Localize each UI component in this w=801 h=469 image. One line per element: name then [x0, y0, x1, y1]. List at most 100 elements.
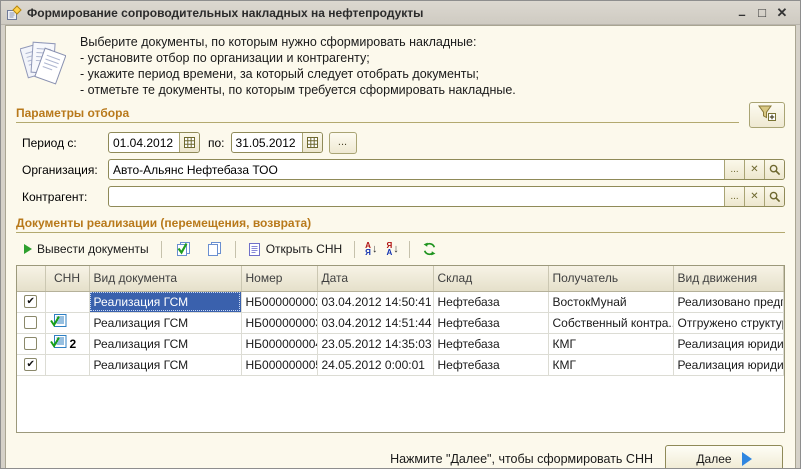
period-to-value[interactable]: 31.05.2012 — [232, 133, 302, 152]
contractor-value[interactable] — [109, 187, 724, 206]
cell-number[interactable]: НБ000000002 — [241, 291, 317, 312]
cell-receiver[interactable]: Собственный контра... — [548, 312, 673, 333]
contractor-search-button[interactable] — [764, 187, 784, 206]
print-documents-label: Вывести документы — [37, 242, 149, 256]
cell-date[interactable]: 23.05.2012 14:35:03 — [317, 333, 433, 354]
print-documents-button[interactable]: Вывести документы — [20, 240, 153, 258]
period-from-field[interactable]: 01.04.2012 — [108, 132, 200, 153]
organization-value[interactable]: Авто-Альянс Нефтебаза ТОО — [109, 160, 724, 179]
period-to-field[interactable]: 31.05.2012 — [231, 132, 323, 153]
filter-settings-button[interactable] — [749, 102, 785, 128]
cell-warehouse[interactable]: Нефтебаза — [433, 354, 548, 375]
organization-label: Организация: — [22, 163, 108, 177]
column-header-movement[interactable]: Вид движения — [673, 266, 784, 291]
column-header-doc-type[interactable]: Вид документа — [89, 266, 241, 291]
intro-panel: Выберите документы, по которым нужно сфо… — [6, 26, 795, 102]
cell-number[interactable]: НБ000000004 — [241, 333, 317, 354]
documents-section-title: Документы реализации (перемещения, возвр… — [16, 216, 785, 232]
next-button[interactable]: Далее — [665, 445, 783, 469]
cell-snn[interactable]: 2 — [45, 333, 89, 354]
cell-warehouse[interactable]: Нефтебаза — [433, 291, 548, 312]
cell-snn[interactable] — [45, 312, 89, 333]
table-row[interactable]: Реализация ГСМ НБ000000003 03.04.2012 14… — [17, 312, 784, 333]
organization-row: Организация: Авто-Альянс Нефтебаза ТОО .… — [22, 156, 785, 183]
cell-warehouse[interactable]: Нефтебаза — [433, 333, 548, 354]
cell-snn[interactable] — [45, 291, 89, 312]
cell-number[interactable]: НБ000000003 — [241, 312, 317, 333]
magnifier-icon — [769, 191, 781, 203]
minimize-button[interactable]: – — [732, 3, 752, 23]
period-label: Период с: — [22, 136, 108, 150]
period-from-calendar-button[interactable] — [179, 133, 199, 152]
cell-date[interactable]: 24.05.2012 0:00:01 — [317, 354, 433, 375]
window-title: Формирование сопроводительных накладных … — [27, 6, 732, 20]
window-frame: Выберите документы, по которым нужно сфо… — [1, 25, 800, 469]
column-header-number[interactable]: Номер — [241, 266, 317, 291]
intro-line: - отметьте те документы, по которым треб… — [80, 82, 516, 98]
cell-doc-type[interactable]: Реализация ГСМ — [89, 354, 241, 375]
check-all-button[interactable] — [170, 239, 196, 259]
contractor-clear-button[interactable]: ✕ — [744, 187, 764, 206]
period-more-button[interactable]: ... — [329, 132, 357, 154]
cell-movement[interactable]: Реализовано предпр... — [673, 291, 784, 312]
intro-text: Выберите документы, по которым нужно сфо… — [66, 33, 516, 98]
column-header-receiver[interactable]: Получатель — [548, 266, 673, 291]
open-snn-button[interactable]: Открыть СНН — [244, 240, 346, 259]
filter-form: Период с: 01.04.2012 по: 31.05.2012 ... — [6, 123, 795, 212]
documents-section-header: Документы реализации (перемещения, возвр… — [16, 216, 785, 233]
cell-warehouse[interactable]: Нефтебаза — [433, 312, 548, 333]
footer: Нажмите "Далее", чтобы сформировать СНН … — [6, 445, 783, 469]
cell-doc-type[interactable]: Реализация ГСМ — [89, 312, 241, 333]
column-header-date[interactable]: Дата — [317, 266, 433, 291]
contractor-field[interactable]: ... ✕ — [108, 186, 785, 207]
period-from-value[interactable]: 01.04.2012 — [109, 133, 179, 152]
filter-icon — [758, 105, 776, 126]
snn-document-icon — [50, 314, 67, 331]
cell-receiver[interactable]: ВостокМунай — [548, 291, 673, 312]
cell-movement[interactable]: Отгружено структур... — [673, 312, 784, 333]
contractor-select-button[interactable]: ... — [724, 187, 744, 206]
organization-clear-button[interactable]: ✕ — [744, 160, 764, 179]
column-header-snn[interactable]: СНН — [45, 266, 89, 291]
cell-number[interactable]: НБ000000005 — [241, 354, 317, 375]
section-rule — [16, 122, 739, 123]
cell-receiver[interactable]: КМГ — [548, 333, 673, 354]
toolbar-separator — [161, 241, 162, 258]
cell-doc-type[interactable]: Реализация ГСМ — [89, 333, 241, 354]
refresh-icon — [422, 242, 437, 256]
uncheck-all-icon — [205, 241, 223, 257]
refresh-button[interactable] — [418, 240, 441, 258]
section-rule — [16, 232, 785, 233]
period-row: Период с: 01.04.2012 по: 31.05.2012 ... — [22, 129, 785, 156]
magnifier-icon — [769, 164, 781, 176]
row-checkbox[interactable]: ✔ — [24, 358, 37, 371]
row-checkbox[interactable] — [24, 316, 37, 329]
period-to-calendar-button[interactable] — [302, 133, 322, 152]
organization-field[interactable]: Авто-Альянс Нефтебаза ТОО ... ✕ — [108, 159, 785, 180]
uncheck-all-button[interactable] — [201, 239, 227, 259]
table-row[interactable]: ✔ Реализация ГСМ НБ000000005 24.05.2012 … — [17, 354, 784, 375]
maximize-button[interactable]: □ — [752, 3, 772, 23]
cell-doc-type[interactable]: Реализация ГСМ — [89, 291, 241, 312]
row-checkbox[interactable] — [24, 337, 37, 350]
cell-movement[interactable]: Реализация юридич... — [673, 354, 784, 375]
organization-select-button[interactable]: ... — [724, 160, 744, 179]
column-header-warehouse[interactable]: Склад — [433, 266, 548, 291]
organization-search-button[interactable] — [764, 160, 784, 179]
toolbar-separator — [409, 241, 410, 258]
table-row[interactable]: ✔ Реализация ГСМ НБ000000002 03.04.2012 … — [17, 291, 784, 312]
row-checkbox[interactable]: ✔ — [24, 295, 37, 308]
cell-snn[interactable] — [45, 354, 89, 375]
cell-date[interactable]: 03.04.2012 14:51:44 — [317, 312, 433, 333]
close-button[interactable]: ✕ — [772, 3, 792, 23]
column-header-check[interactable] — [17, 266, 45, 291]
sort-descending-button[interactable]: Я А ↓ — [384, 241, 400, 257]
cell-date[interactable]: 03.04.2012 14:50:41 — [317, 291, 433, 312]
sort-ascending-button[interactable]: А Я ↓ — [363, 241, 379, 257]
open-snn-label: Открыть СНН — [266, 242, 342, 256]
intro-line: - установите отбор по организации и конт… — [80, 50, 516, 66]
cell-receiver[interactable]: КМГ — [548, 354, 673, 375]
cell-movement[interactable]: Реализация юридич... — [673, 333, 784, 354]
documents-stack-icon — [20, 33, 66, 98]
table-row[interactable]: 2 Реализация ГСМ НБ000000004 23.05.2012 … — [17, 333, 784, 354]
